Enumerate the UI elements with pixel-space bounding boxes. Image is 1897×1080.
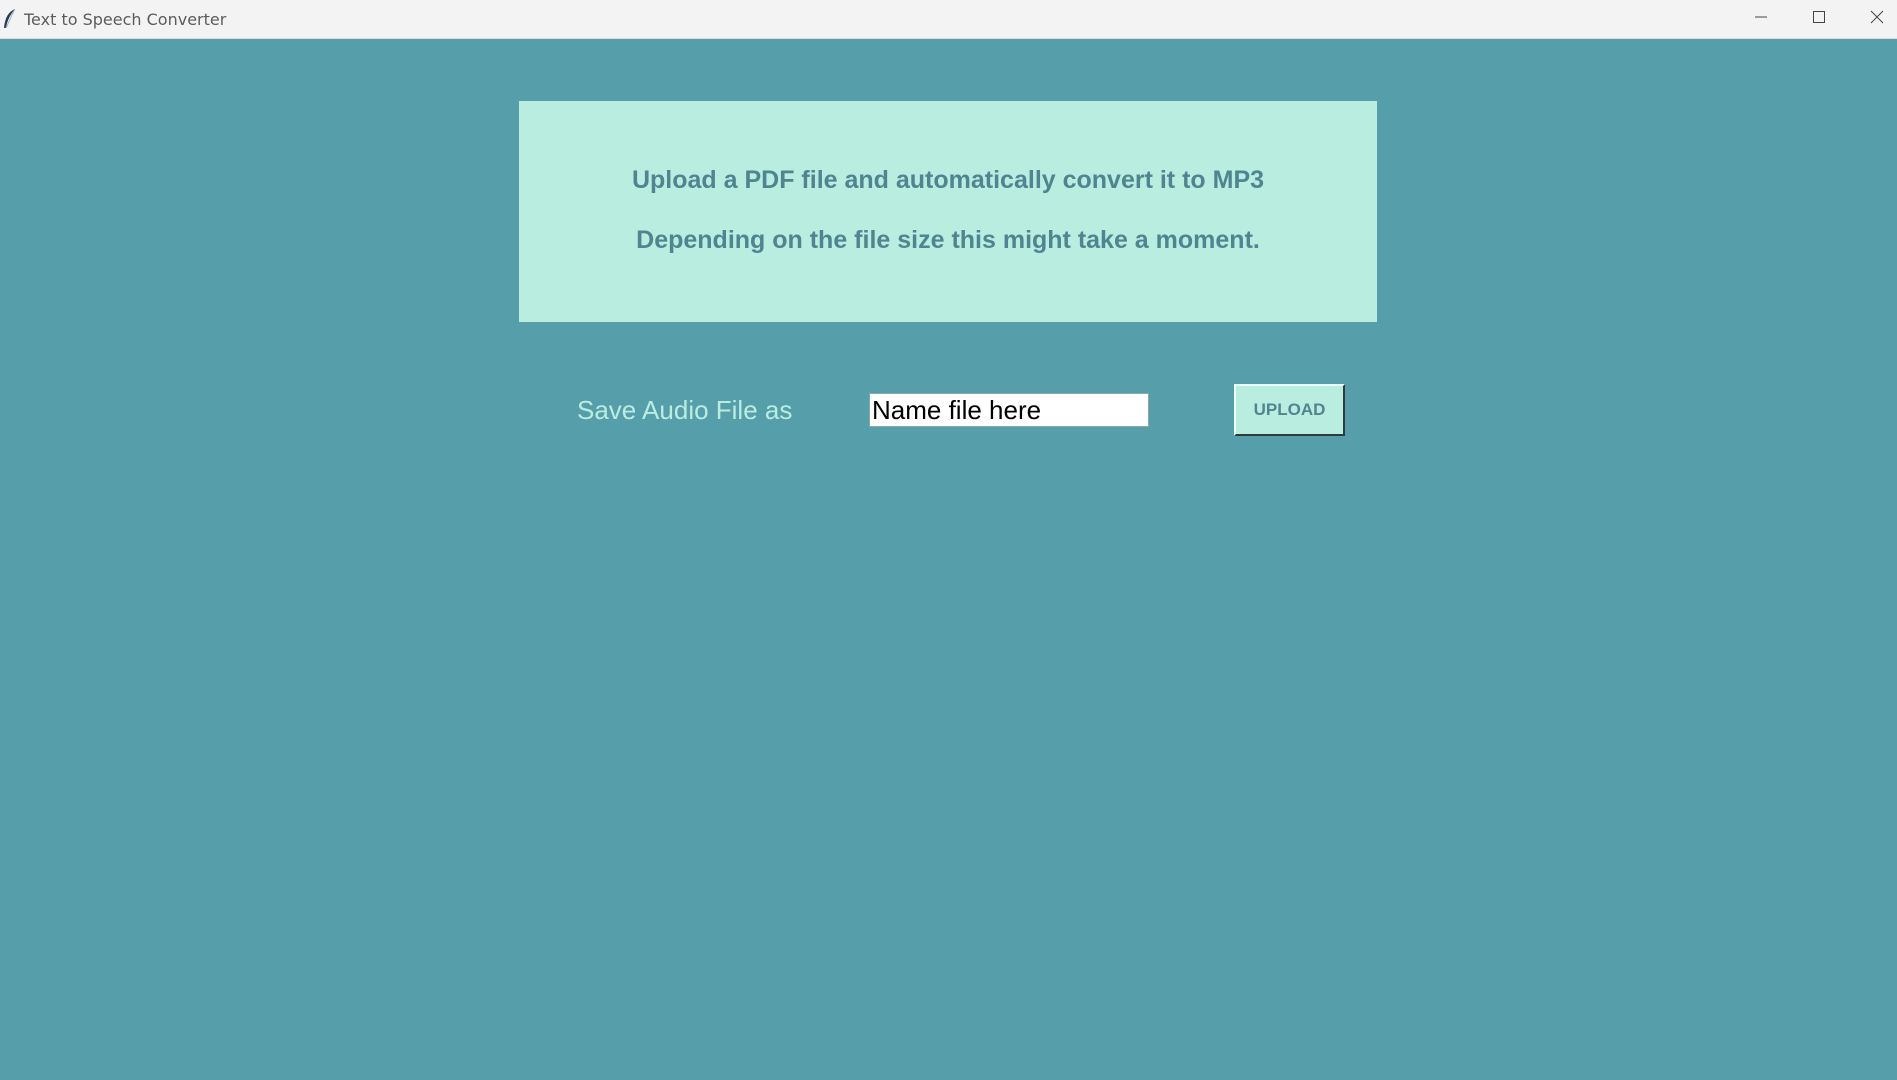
app-window: Text to Speech Converter Upload a PDF fi…: [0, 0, 1897, 1080]
close-button[interactable]: [1848, 0, 1897, 39]
instructions-text: Upload a PDF file and automatically conv…: [631, 166, 1265, 194]
close-icon: [1870, 10, 1884, 29]
window-title: Text to Speech Converter: [24, 10, 227, 29]
maximize-icon: [1812, 10, 1826, 29]
save-as-label: Save Audio File as: [577, 395, 793, 425]
wait-notice-text: Depending on the file size this might ta…: [636, 226, 1260, 254]
minimize-icon: [1754, 10, 1768, 29]
upload-button[interactable]: UPLOAD: [1234, 384, 1345, 436]
minimize-button[interactable]: [1732, 0, 1790, 39]
maximize-button[interactable]: [1790, 0, 1848, 39]
title-bar[interactable]: Text to Speech Converter: [0, 0, 1897, 39]
info-panel: [519, 101, 1377, 322]
filename-input[interactable]: [869, 393, 1149, 427]
feather-icon: [2, 8, 18, 30]
